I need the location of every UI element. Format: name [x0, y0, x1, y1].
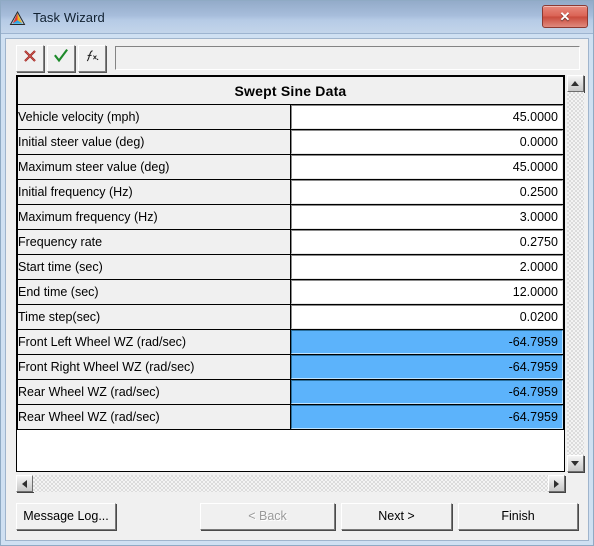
cancel-edit-button[interactable] — [16, 44, 44, 72]
next-button[interactable]: Next > — [341, 502, 452, 530]
finish-button[interactable]: Finish — [458, 502, 578, 530]
parameter-label-cell: Rear Wheel WZ (rad/sec) — [17, 404, 291, 430]
parameter-value-input[interactable]: 45.0000 — [290, 105, 563, 129]
parameter-value-cell[interactable]: 0.2500 — [289, 179, 564, 205]
formula-input[interactable] — [115, 46, 580, 70]
close-button[interactable]: ✕ — [542, 5, 588, 28]
horizontal-scrollbar[interactable] — [16, 475, 565, 492]
parameter-label-cell: Time step(sec) — [17, 304, 291, 330]
parameter-value-input[interactable]: 45.0000 — [290, 155, 563, 179]
window-title: Task Wizard — [33, 9, 105, 25]
dialog-button-bar: Message Log... < Back Next > Finish — [6, 492, 588, 540]
scroll-right-button[interactable] — [548, 475, 565, 492]
parameter-value-input[interactable]: 3.0000 — [290, 205, 563, 229]
function-button[interactable] — [78, 44, 106, 72]
fx-function-icon — [84, 48, 100, 69]
scroll-down-button[interactable] — [566, 455, 584, 472]
table-title-header: Swept Sine Data — [17, 76, 564, 105]
parameter-label-cell: Front Right Wheel WZ (rad/sec) — [17, 354, 291, 380]
scroll-left-arrow-icon — [22, 479, 27, 488]
scroll-down-arrow-icon — [571, 461, 580, 466]
table-row: Maximum frequency (Hz) 3.0000 — [17, 204, 564, 230]
parameter-value-cell[interactable]: -64.7959 — [289, 379, 564, 405]
parameter-table-body: Vehicle velocity (mph) 45.0000 Initial ste… — [17, 104, 564, 430]
parameter-value-input[interactable]: 0.2750 — [290, 230, 563, 254]
parameter-value-cell[interactable]: 2.0000 — [289, 254, 564, 280]
title-bar: Task Wizard ✕ — [1, 1, 593, 34]
task-wizard-window: Task Wizard ✕ Swept Sine Data Vehicle ve… — [0, 0, 594, 546]
parameter-label-cell: Maximum frequency (Hz) — [17, 204, 291, 230]
scroll-right-arrow-icon — [554, 479, 559, 488]
parameter-label-cell: Front Left Wheel WZ (rad/sec) — [17, 329, 291, 355]
table-row: Initial frequency (Hz) 0.2500 — [17, 179, 564, 205]
table-row: Frequency rate 0.2750 — [17, 229, 564, 255]
parameter-value-input[interactable]: 12.0000 — [290, 280, 563, 304]
parameter-label-cell: Initial frequency (Hz) — [17, 179, 291, 205]
parameter-value-cell[interactable]: 0.2750 — [289, 229, 564, 255]
accept-edit-button[interactable] — [47, 44, 75, 72]
horizontal-scrollbar-track[interactable] — [33, 475, 548, 492]
parameter-table: Swept Sine Data Vehicle velocity (mph) 45… — [17, 76, 564, 430]
table-row: End time (sec) 12.0000 — [17, 279, 564, 305]
parameter-value-cell[interactable]: 0.0000 — [289, 129, 564, 155]
parameter-value-cell[interactable]: 45.0000 — [289, 104, 564, 130]
parameter-value-input[interactable]: 0.2500 — [290, 180, 563, 204]
triangle-logo-icon — [9, 10, 26, 27]
parameter-label-cell: Initial steer value (deg) — [17, 129, 291, 155]
scroll-up-button[interactable] — [566, 75, 584, 92]
parameter-value-cell[interactable]: 3.0000 — [289, 204, 564, 230]
parameter-table-scroll-viewport: Swept Sine Data Vehicle velocity (mph) 45… — [16, 75, 565, 472]
dialog-client-area: Swept Sine Data Vehicle velocity (mph) 45… — [5, 38, 589, 541]
parameter-value-cell[interactable]: 45.0000 — [289, 154, 564, 180]
close-icon: ✕ — [559, 9, 571, 24]
scroll-up-arrow-icon — [571, 81, 580, 86]
vertical-scrollbar[interactable] — [566, 75, 584, 472]
parameter-value-cell[interactable]: -64.7959 — [289, 329, 564, 355]
parameter-label-cell: Vehicle velocity (mph) — [17, 104, 291, 130]
back-button[interactable]: < Back — [200, 502, 335, 530]
red-x-icon — [22, 48, 38, 69]
parameter-value-input[interactable]: -64.7959 — [290, 380, 563, 404]
wizard-toolbar — [6, 39, 588, 73]
table-row: Front Right Wheel WZ (rad/sec) -64.7959 — [17, 354, 564, 380]
table-row: Rear Wheel WZ (rad/sec) -64.7959 — [17, 379, 564, 405]
message-log-button[interactable]: Message Log... — [16, 502, 116, 530]
table-row: Vehicle velocity (mph) 45.0000 — [17, 104, 564, 130]
parameter-label-cell: Maximum steer value (deg) — [17, 154, 291, 180]
parameter-value-input[interactable]: 0.0000 — [290, 130, 563, 154]
parameter-value-input[interactable]: -64.7959 — [290, 330, 563, 354]
table-row: Rear Wheel WZ (rad/sec) -64.7959 — [17, 404, 564, 430]
parameter-grid-area: Swept Sine Data Vehicle velocity (mph) 45… — [16, 75, 584, 492]
parameter-value-input[interactable]: 0.0200 — [290, 305, 563, 329]
green-check-icon — [53, 48, 69, 69]
table-row: Initial steer value (deg) 0.0000 — [17, 129, 564, 155]
parameter-value-cell[interactable]: 0.0200 — [289, 304, 564, 330]
table-row: Time step(sec) 0.0200 — [17, 304, 564, 330]
parameter-value-cell[interactable]: -64.7959 — [289, 354, 564, 380]
table-header-row: Swept Sine Data — [17, 76, 564, 105]
scroll-left-button[interactable] — [16, 475, 33, 492]
parameter-label-cell: Rear Wheel WZ (rad/sec) — [17, 379, 291, 405]
parameter-value-cell[interactable]: -64.7959 — [289, 404, 564, 430]
parameter-label-cell: Start time (sec) — [17, 254, 291, 280]
parameter-value-cell[interactable]: 12.0000 — [289, 279, 564, 305]
table-row: Start time (sec) 2.0000 — [17, 254, 564, 280]
table-row: Front Left Wheel WZ (rad/sec) -64.7959 — [17, 329, 564, 355]
vertical-scrollbar-track[interactable] — [566, 92, 584, 455]
parameter-label-cell: End time (sec) — [17, 279, 291, 305]
parameter-value-input[interactable]: -64.7959 — [290, 355, 563, 379]
parameter-value-input[interactable]: 2.0000 — [290, 255, 563, 279]
table-row: Maximum steer value (deg) 45.0000 — [17, 154, 564, 180]
parameter-label-cell: Frequency rate — [17, 229, 291, 255]
parameter-value-input[interactable]: -64.7959 — [290, 405, 563, 429]
